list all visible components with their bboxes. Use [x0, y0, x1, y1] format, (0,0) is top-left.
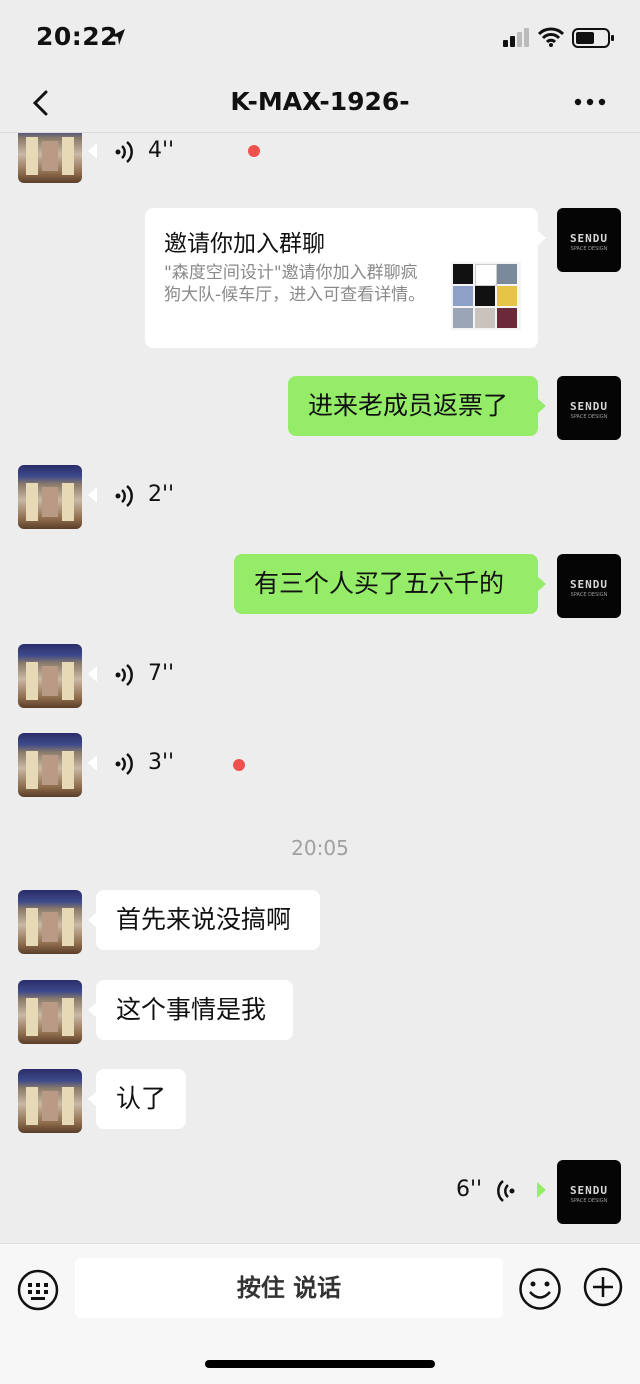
contact-avatar[interactable]	[18, 644, 82, 708]
unread-dot	[233, 759, 245, 771]
text-message[interactable]: 进来老成员返票了	[288, 376, 546, 436]
text-message[interactable]: 这个事情是我	[88, 980, 293, 1040]
contact-avatar[interactable]	[18, 733, 82, 797]
voice-duration: 7''	[148, 661, 175, 686]
text-message[interactable]: 首先来说没搞啊	[88, 890, 320, 950]
battery-icon	[572, 28, 614, 48]
my-avatar[interactable]: SENDU SPACE DESIGN	[557, 1160, 621, 1224]
group-thumbnail	[451, 262, 521, 330]
wifi-icon	[538, 27, 564, 47]
chat-title: K-MAX-1926-	[230, 87, 410, 116]
more-options-icon[interactable]	[572, 92, 608, 112]
invite-title: 邀请你加入群聊	[164, 231, 325, 257]
my-avatar[interactable]: SENDU SPACE DESIGN	[557, 376, 621, 440]
unread-dot	[248, 145, 260, 157]
home-indicator	[205, 1360, 435, 1368]
status-time: 20:22	[36, 22, 119, 51]
keyboard-icon[interactable]	[17, 1269, 59, 1311]
text-message[interactable]: 认了	[88, 1069, 186, 1129]
chat-header: K-MAX-1926-	[0, 76, 640, 133]
voice-duration: 6''	[456, 1177, 483, 1202]
message-list[interactable]: 4'' 邀请你加入群聊 "森度空间设计"邀请你加入群聊疯狗大队-候车厅，进入可查…	[0, 133, 640, 1243]
cellular-signal-icon	[503, 28, 529, 47]
plus-icon[interactable]	[583, 1267, 623, 1307]
my-avatar[interactable]: SENDU SPACE DESIGN	[557, 208, 621, 272]
voice-wave-icon	[115, 485, 133, 507]
invite-description: "森度空间设计"邀请你加入群聊疯狗大队-候车厅，进入可查看详情。	[164, 263, 426, 305]
contact-avatar[interactable]	[18, 133, 82, 183]
my-avatar[interactable]: SENDU SPACE DESIGN	[557, 554, 621, 618]
contact-avatar[interactable]	[18, 890, 82, 954]
status-bar: 20:22	[0, 0, 640, 76]
voice-duration: 2''	[148, 482, 175, 507]
emoji-icon[interactable]	[518, 1267, 562, 1311]
voice-wave-icon	[497, 1180, 515, 1202]
voice-duration: 4''	[148, 138, 175, 163]
message-timestamp: 20:05	[291, 836, 349, 860]
hold-to-talk-button[interactable]: 按住 说话	[75, 1258, 503, 1318]
text-message[interactable]: 有三个人买了五六千的	[234, 554, 546, 614]
group-invite-card[interactable]: 邀请你加入群聊 "森度空间设计"邀请你加入群聊疯狗大队-候车厅，进入可查看详情。	[145, 208, 546, 348]
contact-avatar[interactable]	[18, 1069, 82, 1133]
voice-duration: 3''	[148, 750, 175, 775]
voice-wave-icon	[115, 753, 133, 775]
voice-wave-icon	[115, 141, 133, 163]
input-toolbar: 按住 说话	[0, 1243, 640, 1384]
location-arrow-icon	[111, 29, 125, 45]
voice-wave-icon	[115, 664, 133, 686]
contact-avatar[interactable]	[18, 465, 82, 529]
contact-avatar[interactable]	[18, 980, 82, 1044]
